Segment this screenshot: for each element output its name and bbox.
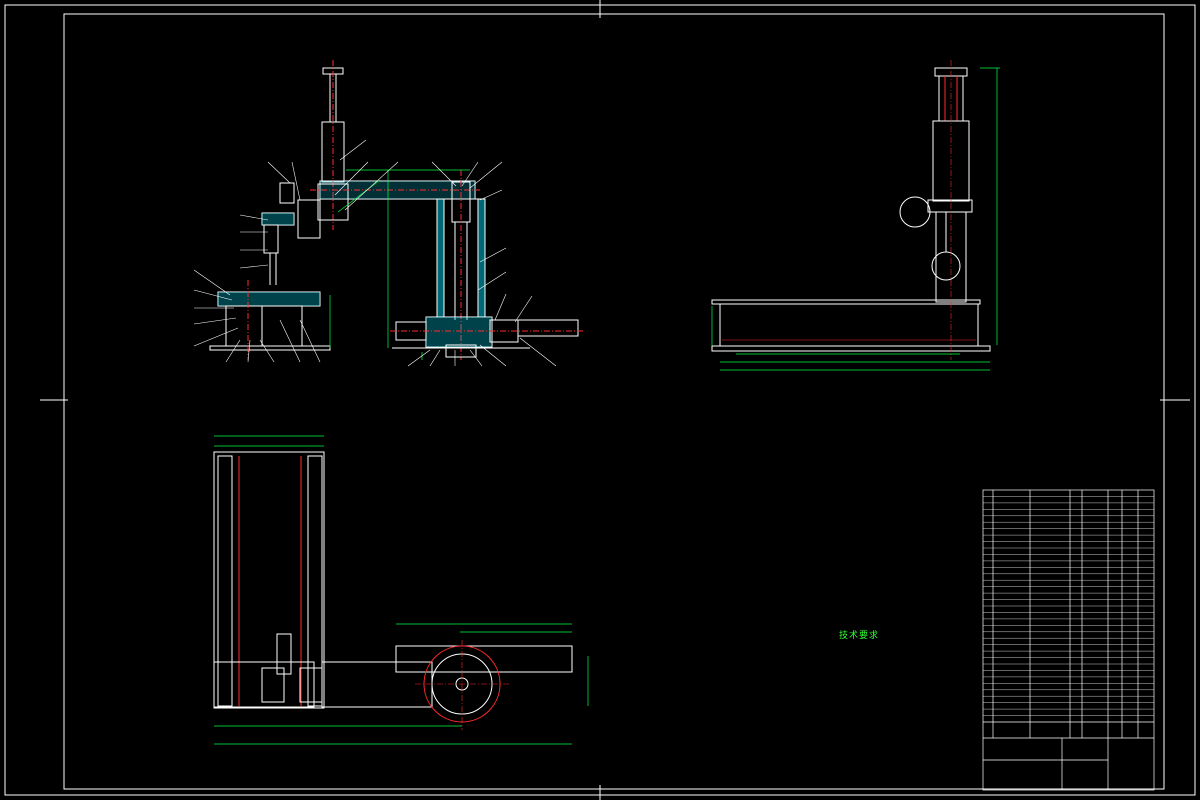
front-view xyxy=(193,60,585,367)
top-view xyxy=(213,435,589,745)
technical-requirements: 技术要求 xyxy=(754,628,964,645)
vertical-cylinder xyxy=(321,60,345,230)
side-view xyxy=(711,60,1000,371)
title-block-text xyxy=(983,490,1154,790)
technical-requirements-title: 技术要求 xyxy=(838,631,879,641)
gripper-assembly xyxy=(209,182,331,360)
horizontal-arm xyxy=(310,180,480,221)
